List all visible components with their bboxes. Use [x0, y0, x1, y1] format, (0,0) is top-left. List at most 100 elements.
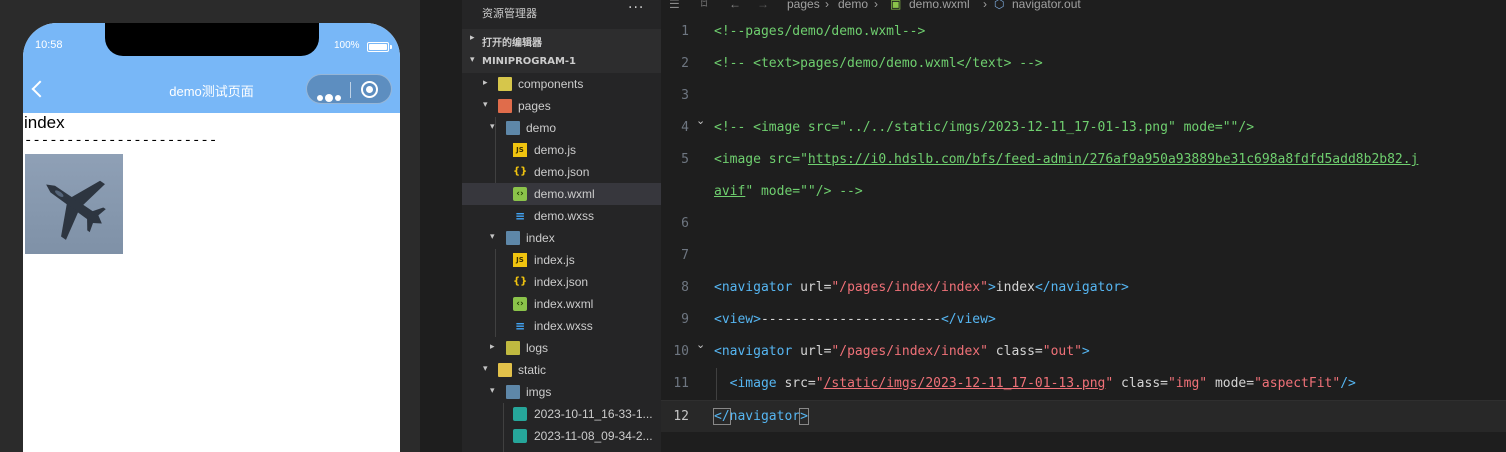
code-token: navigator: [721, 344, 793, 359]
tree-item-index-json[interactable]: {} index.json: [462, 271, 661, 293]
code-line[interactable]: 4 ⌄ <!-- <image src="../../static/imgs/202…: [661, 112, 1506, 144]
folder-open-icon: [506, 121, 520, 135]
chevron-right-icon: ▸: [490, 342, 495, 352]
line-number: 2: [681, 56, 689, 71]
code-token: "aspectFit": [1254, 376, 1341, 391]
breadcrumb: ☰ ⌑ ← → pages › demo › ▣ demo.wxml › ⬡ n…: [661, 0, 1506, 14]
code-line[interactable]: 11 <image src="/static/imgs/2023-12-11_1…: [661, 368, 1506, 400]
code-token: https://i0.hdslb.com/bfs/feed-admin/276a…: [807, 152, 1419, 167]
line-number: 9: [681, 312, 689, 327]
tree-item-label: imgs: [526, 385, 552, 399]
tree-item-image-file[interactable]: 2023-11-08_09-34-2...: [462, 425, 661, 447]
tree-item-label: demo.wxss: [534, 209, 595, 223]
breadcrumb-item[interactable]: pages: [787, 0, 820, 11]
line-number: 5: [681, 152, 689, 167]
list-icon[interactable]: ☰: [669, 0, 680, 11]
status-time: 10:58: [35, 39, 63, 51]
code-line[interactable]: 12 </navigator>: [661, 400, 1506, 432]
tree-item-static[interactable]: ▾ static: [462, 359, 661, 381]
wxml-file-icon: ‹›: [513, 187, 527, 201]
js-file-icon: JS: [513, 143, 527, 157]
code-token: navigator: [721, 280, 793, 295]
code-line[interactable]: 7: [661, 240, 1506, 272]
back-arrow-icon[interactable]: ←: [729, 0, 741, 11]
jet-image[interactable]: [25, 154, 123, 254]
code-token: /static/imgs/2023-12-11_17-01-13.png: [823, 376, 1106, 391]
code-token: mode=: [1207, 376, 1255, 391]
code-token: >: [1121, 280, 1129, 295]
line-number: 3: [681, 88, 689, 103]
line-number: 11: [673, 376, 689, 391]
forward-arrow-icon[interactable]: →: [757, 0, 769, 11]
more-dots-icon[interactable]: [317, 86, 343, 102]
breadcrumb-item[interactable]: demo: [838, 0, 868, 11]
code-line[interactable]: 10 ⌄ <navigator url="/pages/index/index" c…: [661, 336, 1506, 368]
code-token: navigator: [1050, 280, 1122, 295]
index-navigator-link[interactable]: index: [24, 113, 65, 133]
code-line[interactable]: 9 <view>-----------------------</view>: [661, 304, 1506, 336]
code-line[interactable]: 5 <image src="https://i0.hdslb.com/bfs/fe…: [661, 144, 1506, 176]
code-token: src=: [776, 376, 816, 391]
tree-item-demo-wxss[interactable]: ≡ demo.wxss: [462, 205, 661, 227]
tree-item-components[interactable]: ▸ components: [462, 73, 661, 95]
code-line[interactable]: avif" mode=""/> -->: [661, 176, 1506, 208]
code-token: <image src=": [714, 152, 808, 167]
tree-item-demo-wxml[interactable]: ‹› demo.wxml: [462, 183, 661, 205]
tree-item-logs[interactable]: ▸ logs: [462, 337, 661, 359]
close-target-icon[interactable]: [361, 81, 378, 98]
code-token: <!-- <text>pages/demo/demo.wxml</text> -…: [714, 56, 1043, 71]
chevron-right-icon: ›: [874, 0, 878, 11]
wxss-file-icon: ≡: [514, 209, 526, 223]
tree-item-label: 2023-10-11_16-33-1...: [534, 407, 653, 421]
tree-item-index-js[interactable]: JS index.js: [462, 249, 661, 271]
tree-item-pages[interactable]: ▾ pages: [462, 95, 661, 117]
open-editors-section[interactable]: ▸ 打开的编辑器: [462, 29, 661, 51]
line-number: 12: [673, 409, 689, 424]
code-token: >: [987, 312, 996, 327]
tree-item-index-wxss[interactable]: ≡ index.wxss: [462, 315, 661, 337]
wxml-file-icon: ▣: [890, 0, 902, 11]
json-file-icon: {}: [513, 276, 528, 287]
code-line[interactable]: 2 <!-- <text>pages/demo/demo.wxml</text> …: [661, 48, 1506, 80]
chevron-down-icon: ▾: [490, 232, 495, 242]
line-number: 7: [681, 248, 689, 263]
breadcrumb-item[interactable]: demo.wxml: [909, 0, 970, 11]
phone-notch: [105, 23, 319, 56]
code-editor[interactable]: ☰ ⌑ ← → pages › demo › ▣ demo.wxml › ⬡ n…: [661, 0, 1506, 452]
code-token: >: [1081, 344, 1090, 359]
fold-chevron-icon[interactable]: ⌄: [696, 338, 705, 351]
tree-item-demo-js[interactable]: JS demo.js: [462, 139, 661, 161]
explorer-header: 资源管理器 ···: [462, 0, 661, 24]
simulator-panel: 10:58 100% demo测试页面 index --------------…: [0, 0, 420, 452]
code-text: avif" mode=""/> -->: [714, 184, 863, 199]
fold-chevron-icon[interactable]: ⌄: [696, 114, 705, 127]
code-line[interactable]: 1 <!--pages/demo/demo.wxml-->: [661, 16, 1506, 48]
code-token: >: [799, 408, 809, 425]
code-token: <: [714, 376, 738, 391]
tree-item-label: components: [518, 77, 584, 91]
code-text: <!--pages/demo/demo.wxml-->: [714, 24, 925, 39]
chevron-right-icon: ›: [983, 0, 987, 11]
bookmark-icon[interactable]: ⌑: [701, 0, 707, 11]
code-line[interactable]: 8 <navigator url="/pages/index/index">ind…: [661, 272, 1506, 304]
tree-item-index-wxml[interactable]: ‹› index.wxml: [462, 293, 661, 315]
breadcrumb-item[interactable]: navigator.out: [1012, 0, 1081, 11]
more-actions-icon[interactable]: ···: [628, 0, 644, 16]
tree-item-demo-json[interactable]: {} demo.json: [462, 161, 661, 183]
project-section[interactable]: ▾ MINIPROGRAM-1: [462, 51, 661, 73]
tree-item-image-file[interactable]: 2023-10-11_16-33-1...: [462, 403, 661, 425]
tree-item-label: demo.js: [534, 143, 577, 157]
status-battery-text: 100%: [334, 40, 360, 51]
code-line[interactable]: 3: [661, 80, 1506, 112]
tree-item-label: index.js: [534, 253, 575, 267]
code-text: <view>-----------------------</view>: [714, 312, 996, 327]
capsule-menu[interactable]: [306, 74, 392, 104]
code-line[interactable]: 6: [661, 208, 1506, 240]
tree-item-index[interactable]: ▾ index: [462, 227, 661, 249]
tree-item-label: demo.wxml: [534, 187, 595, 201]
code-token: -----------------------: [760, 312, 941, 327]
code-token: "/pages/index/index": [831, 344, 988, 359]
folder-components-icon: [498, 77, 512, 91]
tree-item-demo[interactable]: ▾ demo: [462, 117, 661, 139]
tree-item-imgs[interactable]: ▾ imgs: [462, 381, 661, 403]
